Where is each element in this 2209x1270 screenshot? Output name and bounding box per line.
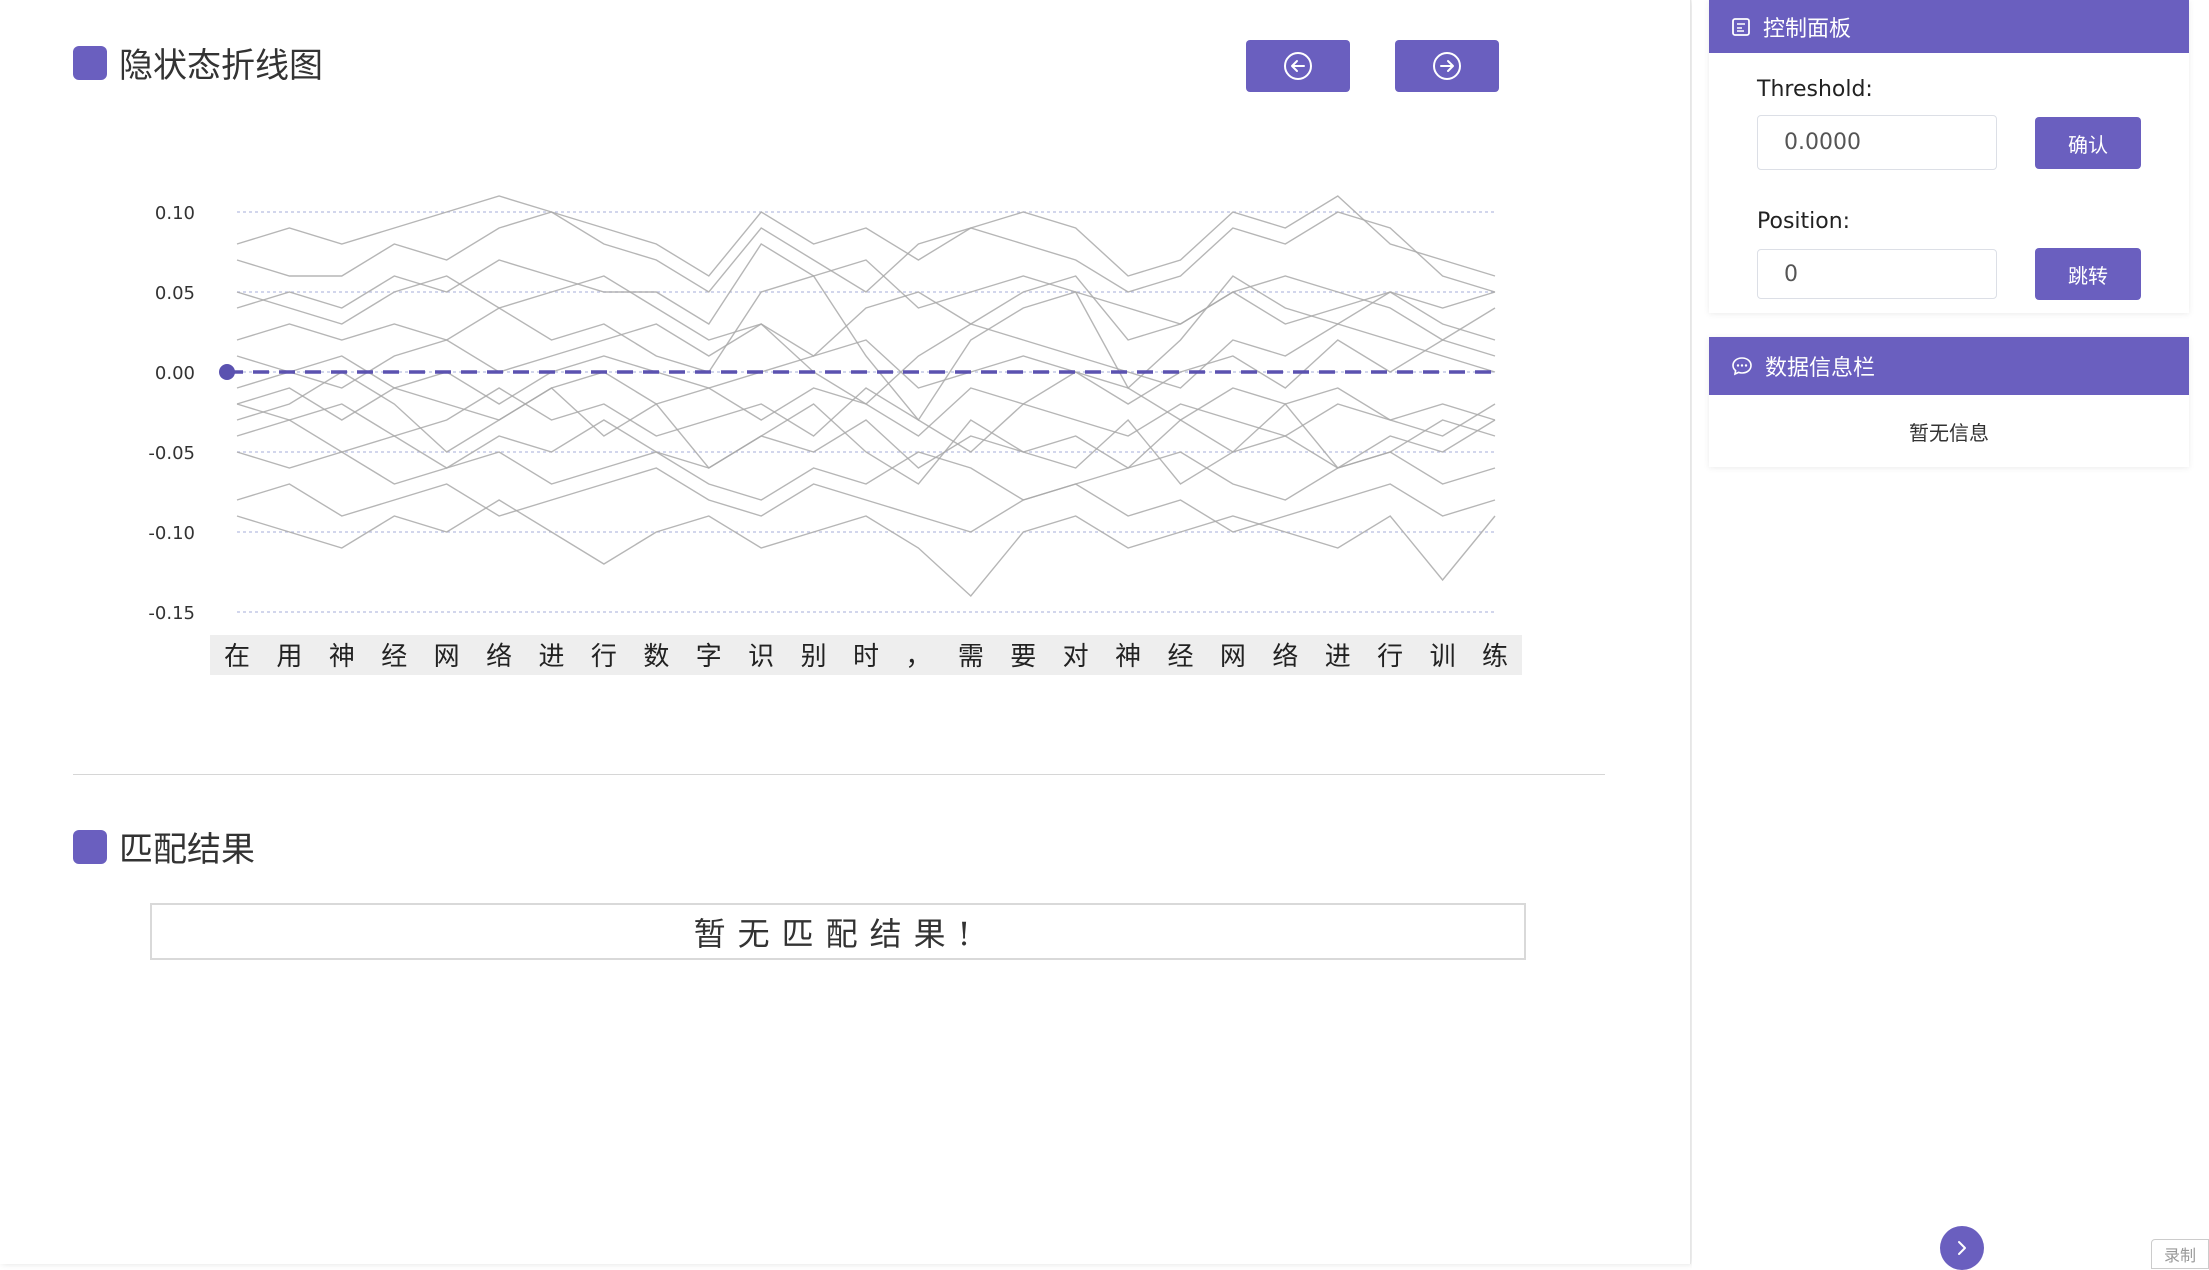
position-label: Position: <box>1757 209 1851 234</box>
x-tick-label: ， <box>905 642 931 672</box>
y-tick-label: 0.05 <box>155 283 195 304</box>
x-tick-label: 行 <box>591 642 617 672</box>
section-marker <box>73 829 107 864</box>
info-panel-header: 数据信息栏 <box>1709 337 2189 395</box>
x-tick-label: 别 <box>801 642 827 672</box>
info-panel-card: 数据信息栏 暂无信息 <box>1709 337 2189 467</box>
side-panel: 控制面板 Threshold: 0.0000 确认 Position: 0 跳转… <box>1692 0 2209 1269</box>
x-tick-label: 数 <box>643 642 669 672</box>
position-input[interactable]: 0 <box>1757 249 1997 299</box>
hidden-state-line-chart: 0.10 0.05 0.00 -0.05 -0.10 -0.15 在用神经网络进行数字识别时… <box>140 180 1540 680</box>
main-panel: 隐状态折线图 0.10 0.05 0.00 -0.05 -0.10 -0.15 在用神经网络… <box>0 0 1691 1264</box>
x-tick-label: 识 <box>748 642 774 672</box>
match-section-header: 匹配结果 <box>73 822 255 871</box>
x-tick-label: 神 <box>329 642 355 672</box>
chart-section-header: 隐状态折线图 <box>73 38 323 87</box>
control-panel-title: 控制面板 <box>1763 16 1852 42</box>
panel-icon <box>1731 17 1751 37</box>
no-match-text: 暂无匹配结果! <box>693 914 983 953</box>
no-match-box: 暂无匹配结果! <box>150 903 1526 960</box>
series-line <box>236 211 1496 293</box>
info-panel-title: 数据信息栏 <box>1765 356 1876 381</box>
series-line <box>236 419 1496 469</box>
x-tick-label: 时 <box>853 642 879 672</box>
record-button[interactable]: 录制 <box>2151 1239 2209 1269</box>
y-tick-label: -0.10 <box>148 523 195 544</box>
arrow-left-circle-icon <box>1282 50 1314 82</box>
expand-button[interactable] <box>1940 1226 1984 1270</box>
jump-button[interactable]: 跳转 <box>2035 248 2141 300</box>
y-tick-label: -0.05 <box>148 443 195 464</box>
section-divider <box>73 774 1605 775</box>
control-panel-header: 控制面板 <box>1709 0 2189 53</box>
threshold-handle <box>219 364 235 380</box>
info-empty-text: 暂无信息 <box>1909 420 1989 445</box>
series-line <box>236 275 1496 422</box>
chat-icon <box>1731 355 1753 377</box>
x-tick-label: 网 <box>1220 642 1246 672</box>
control-panel-card: 控制面板 Threshold: 0.0000 确认 Position: 0 跳转 <box>1709 0 2189 313</box>
chevron-right-icon <box>1952 1238 1972 1258</box>
x-tick-label: 进 <box>1325 642 1351 672</box>
match-section-title: 匹配结果 <box>119 830 255 870</box>
x-tick-label: 用 <box>276 642 302 672</box>
x-tick-label: 经 <box>381 642 407 672</box>
y-tick-label: 0.00 <box>155 363 195 384</box>
x-tick-label: 神 <box>1115 642 1141 672</box>
confirm-button[interactable]: 确认 <box>2035 117 2141 169</box>
series-line <box>236 323 1496 405</box>
x-tick-label: 字 <box>696 642 722 672</box>
x-tick-label: 络 <box>1272 642 1298 672</box>
x-tick-label: 在 <box>224 642 250 672</box>
series-line <box>236 195 1496 277</box>
prev-button[interactable] <box>1246 40 1350 92</box>
chart-section-title: 隐状态折线图 <box>119 46 323 86</box>
x-tick-label: 要 <box>1010 642 1036 672</box>
x-tick-label: 网 <box>434 642 460 672</box>
x-tick-label: 对 <box>1063 642 1089 672</box>
x-tick-label: 需 <box>958 642 984 672</box>
x-tick-label: 训 <box>1430 642 1456 672</box>
y-tick-label: -0.15 <box>148 603 195 624</box>
section-marker <box>73 45 107 80</box>
series-line <box>236 451 1496 501</box>
arrow-right-circle-icon <box>1431 50 1463 82</box>
threshold-label: Threshold: <box>1757 77 1873 102</box>
series-line <box>236 467 1496 533</box>
x-tick-label: 进 <box>538 642 564 672</box>
next-button[interactable] <box>1395 40 1499 92</box>
chart-svg: 0.100.050.00-0.05-0.10-0.15在用神经网络进行数字识别时… <box>148 195 1522 675</box>
y-tick-label: 0.10 <box>155 203 195 224</box>
series-line <box>236 499 1496 598</box>
x-tick-label: 行 <box>1377 642 1403 672</box>
threshold-input[interactable]: 0.0000 <box>1757 115 1997 170</box>
x-tick-label: 络 <box>486 642 512 672</box>
x-tick-label: 经 <box>1167 642 1193 672</box>
x-tick-label: 练 <box>1482 642 1508 672</box>
